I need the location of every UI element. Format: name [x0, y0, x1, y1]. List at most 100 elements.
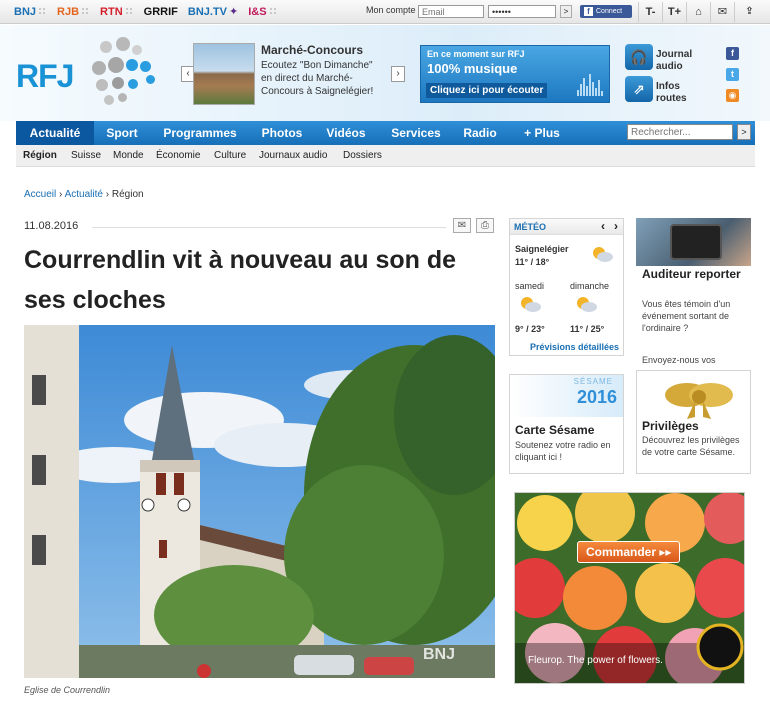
phone-icon: [670, 224, 722, 260]
gift-bow-icon: [665, 383, 733, 419]
meteo-day1-temp: 9° / 23°: [515, 324, 545, 334]
promo-image[interactable]: [193, 43, 255, 105]
network-label: BNJ.TV: [187, 5, 227, 18]
breadcrumb: Accueil › Actualité › Région: [24, 189, 144, 200]
nav-item-photos[interactable]: Photos: [254, 121, 310, 145]
subnav-item-monde[interactable]: Monde: [113, 145, 144, 167]
nav-item-radio[interactable]: Radio: [456, 121, 504, 145]
nav-item-services[interactable]: Services: [384, 121, 448, 145]
nav-item-videos[interactable]: Vidéos: [318, 121, 374, 145]
commander-button[interactable]: Commander ▸▸: [577, 541, 681, 563]
road-icon[interactable]: ⇗: [625, 76, 653, 102]
twitter-icon[interactable]: t: [726, 68, 739, 81]
rss-icon[interactable]: ◉: [726, 89, 739, 102]
meteo-day2-temp: 11° / 25°: [570, 324, 605, 334]
email-field[interactable]: [418, 5, 484, 18]
subnav-item-dossiers[interactable]: Dossiers: [343, 145, 382, 167]
divider: [92, 227, 446, 228]
sesame-title: Carte Sésame: [515, 423, 595, 437]
home-icon[interactable]: ⌂: [686, 2, 710, 22]
meteo-today-temp: 11° / 18°: [515, 257, 550, 267]
sesame-banner-label: SÉSAME: [573, 377, 613, 386]
live-radio-box[interactable]: En ce moment sur RFJ 100% musique Clique…: [420, 45, 610, 103]
service-label-line2: audio: [656, 61, 683, 72]
sun-cloud-icon: [521, 297, 541, 312]
mail-icon[interactable]: ✉: [710, 2, 734, 22]
text-bigger-button[interactable]: T+: [662, 2, 686, 22]
network-bar: BNJ RJB RTN GRRIF BNJ.TV ✦ I&S Mon compte…: [0, 0, 770, 24]
ad-tagline: Fleurop. The power of flowers.: [528, 655, 663, 666]
listen-button[interactable]: Cliquez ici pour écouter: [426, 83, 548, 98]
facebook-icon[interactable]: f: [726, 47, 739, 60]
network-link-rjb[interactable]: RJB: [57, 6, 91, 18]
service-label-line1: Journal: [656, 49, 693, 60]
search-button[interactable]: >: [737, 124, 751, 140]
nav-item-plus[interactable]: + Plus: [514, 121, 570, 145]
subnav-item-journaux-audio[interactable]: Journaux audio: [259, 145, 327, 167]
network-link-rtn[interactable]: RTN: [100, 6, 134, 18]
dots-icon: [124, 7, 134, 16]
network-label: RTN: [100, 5, 123, 18]
subnav-item-culture[interactable]: Culture: [214, 145, 246, 167]
share-icon[interactable]: ⇪: [734, 2, 764, 22]
service-label-line1: Infos: [656, 81, 680, 92]
login-button[interactable]: >: [560, 5, 572, 18]
bird-icon: ✦: [229, 6, 239, 18]
subnav-item-region[interactable]: Région: [23, 145, 57, 167]
sesame-text: Soutenez votre radio en cliquant ici !: [515, 440, 611, 462]
breadcrumb-separator: ›: [59, 189, 63, 200]
privileges-title: Privilèges: [642, 419, 699, 433]
site-logo[interactable]: RFJ: [16, 58, 74, 95]
equalizer-icon: [577, 74, 603, 96]
promo-title[interactable]: Marché-Concours: [261, 43, 363, 57]
network-link-bnjtv[interactable]: BNJ.TV ✦: [187, 5, 239, 19]
print-icon[interactable]: ⎙: [476, 218, 494, 233]
headphones-icon[interactable]: 🎧: [625, 44, 653, 70]
carte-sesame-card[interactable]: SÉSAME 2016 Carte Sésame Soutenez votre …: [509, 374, 624, 474]
article-photo[interactable]: BNJ: [24, 325, 495, 678]
dots-icon: [38, 7, 48, 16]
breadcrumb-section[interactable]: Actualité: [65, 189, 103, 200]
search-input[interactable]: [627, 124, 733, 140]
fleurop-ad[interactable]: Commander ▸▸ Fleurop. The power of flowe…: [514, 492, 745, 684]
breadcrumb-separator: ›: [105, 189, 110, 200]
network-link-bnj[interactable]: BNJ: [14, 6, 48, 18]
network-link-is[interactable]: I&S: [248, 5, 278, 18]
meteo-next-button[interactable]: ›: [614, 219, 618, 233]
network-link-grrif[interactable]: GRRIF: [144, 6, 178, 18]
sesame-year: 2016: [576, 387, 617, 407]
meteo-details-link[interactable]: Prévisions détaillées: [530, 342, 619, 352]
email-share-icon[interactable]: ✉: [453, 218, 471, 233]
live-now-playing: 100% musique: [427, 61, 518, 76]
meteo-prev-button[interactable]: ‹: [601, 219, 605, 233]
auditeur-title: Auditeur reporter: [642, 267, 741, 281]
subnav-item-economie[interactable]: Économie: [156, 145, 200, 167]
journal-audio-link[interactable]: Journal audio: [656, 49, 692, 73]
smartphone-photo: [636, 218, 751, 266]
password-field[interactable]: [488, 5, 556, 18]
nav-item-actualite[interactable]: Actualité: [16, 121, 94, 145]
sun-cloud-icon: [577, 297, 597, 312]
text-smaller-button[interactable]: T-: [638, 2, 662, 22]
dots-icon: [81, 7, 91, 16]
infos-routes-link[interactable]: Infos routes: [656, 81, 687, 105]
article-title: Courrendlin vit à nouveau au son de ses …: [24, 246, 457, 314]
auditeur-reporter-card[interactable]: Auditeur reporter Vous êtes témoin d'un …: [636, 218, 751, 366]
article-date: 11.08.2016: [24, 220, 79, 232]
privileges-card[interactable]: Privilèges Découvrez les privilèges de v…: [636, 370, 751, 474]
facebook-connect-label: Connect: [596, 8, 623, 15]
main-nav: Actualité Sport Programmes Photos Vidéos…: [16, 121, 755, 145]
breadcrumb-home[interactable]: Accueil: [24, 189, 56, 200]
logo-dots-icon: [92, 37, 158, 109]
nav-item-sport[interactable]: Sport: [96, 121, 148, 145]
promo-next-button[interactable]: ›: [391, 66, 405, 82]
account-label: Mon compte: [366, 5, 416, 15]
nav-item-programmes[interactable]: Programmes: [152, 121, 248, 145]
network-label: I&S: [248, 5, 267, 18]
subnav-item-suisse[interactable]: Suisse: [71, 145, 101, 167]
meteo-location: Saignelégier: [515, 244, 569, 254]
facebook-connect-button[interactable]: f Connect: [580, 5, 632, 18]
service-label-line2: routes: [656, 93, 687, 104]
dots-icon: [268, 7, 278, 16]
meteo-day1-name: samedi: [515, 281, 545, 291]
